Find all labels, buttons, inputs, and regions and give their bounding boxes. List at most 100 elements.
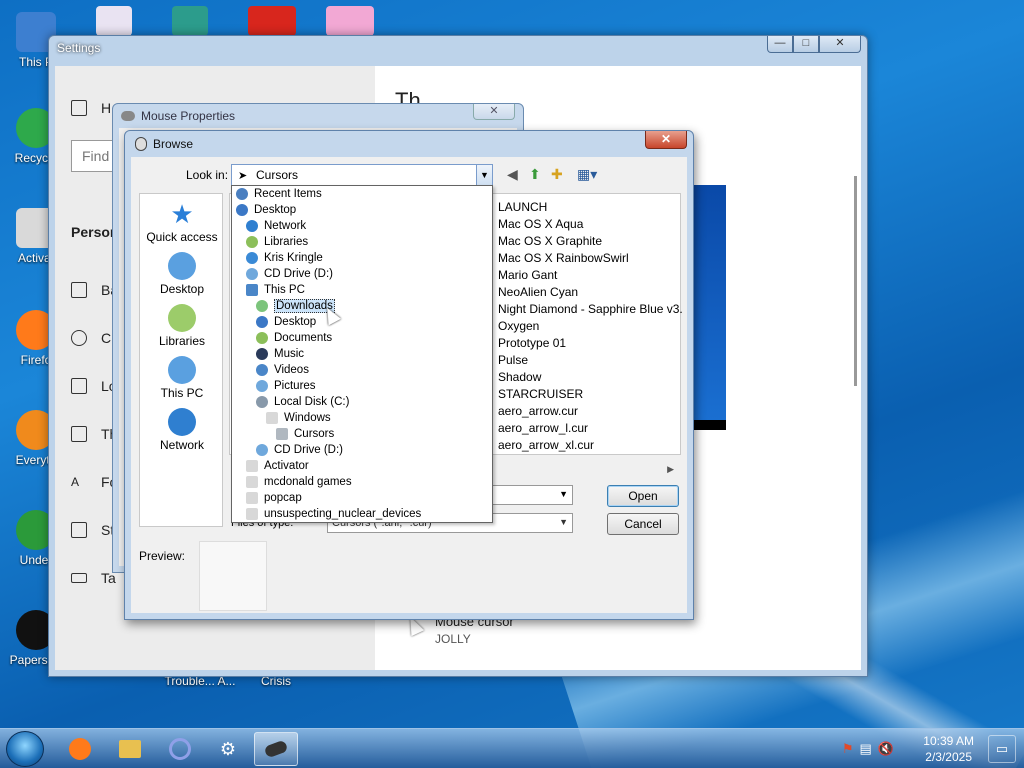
dropdown-item-cd-drive[interactable]: CD Drive (D:) [246, 266, 333, 282]
list-item[interactable]: Night Diamond - Sapphire Blue v3. [498, 302, 682, 316]
videos-icon [256, 364, 268, 376]
nav-item-lock-screen[interactable]: Lo [71, 378, 117, 394]
desktop-top-icon[interactable] [248, 6, 296, 36]
list-item[interactable]: Mac OS X RainbowSwirl [498, 251, 629, 265]
mouse-properties-close-button[interactable]: ✕ [473, 104, 515, 120]
dropdown-item-recent[interactable]: Recent Items [236, 186, 322, 202]
list-item[interactable]: aero_arrow.cur [498, 404, 578, 418]
nav-item-colors[interactable]: C [71, 330, 111, 346]
place-this-pc[interactable]: This PC [140, 356, 224, 400]
cursor-icon [276, 428, 288, 440]
taskbar-explorer-icon[interactable] [108, 732, 152, 766]
cd-icon [246, 268, 258, 280]
browse-title: Browse [153, 137, 194, 151]
taskbar: ⚙ ⚑ ▤ 🔇 10:39 AM 2/3/2025 ▭ [0, 728, 1024, 768]
list-item[interactable]: Mac OS X Graphite [498, 234, 602, 248]
minimize-button[interactable]: — [767, 36, 793, 53]
nav-item-start[interactable]: St [71, 522, 114, 538]
chevron-down-icon[interactable]: ▼ [476, 165, 492, 185]
dropdown-item-desktop-2[interactable]: Desktop [256, 314, 316, 330]
list-item[interactable]: STARCRUISER [498, 387, 583, 401]
chevron-down-icon[interactable]: ▼ [559, 517, 568, 527]
dropdown-item-libraries[interactable]: Libraries [246, 234, 308, 250]
folder-icon [246, 460, 258, 472]
browse-close-button[interactable]: ✕ [645, 131, 687, 149]
downloads-icon [256, 300, 268, 312]
dropdown-item-local-disk[interactable]: Local Disk (C:) [256, 394, 349, 410]
view-menu-icon[interactable]: ▦▾ [577, 166, 597, 182]
dropdown-item-documents[interactable]: Documents [256, 330, 332, 346]
desktop-icon [256, 316, 268, 328]
pictures-icon [256, 380, 268, 392]
list-item[interactable]: Mario Gant [498, 268, 557, 282]
flag-icon[interactable]: ⚑ [842, 741, 854, 757]
scrollbar[interactable] [854, 176, 857, 386]
dropdown-item-activator[interactable]: Activator [246, 458, 309, 474]
dropdown-item-pictures[interactable]: Pictures [256, 378, 316, 394]
taskbar-icon [71, 573, 87, 583]
nav-item-taskbar[interactable]: Ta [71, 570, 116, 586]
dropdown-item-music[interactable]: Music [256, 346, 304, 362]
lock-screen-icon [71, 378, 87, 394]
places-bar: ★ Quick access Desktop Libraries This PC… [139, 193, 223, 527]
dropdown-item-windows[interactable]: Windows [266, 410, 331, 426]
list-item[interactable]: Prototype 01 [498, 336, 566, 350]
taskbar-app-circle-icon[interactable] [158, 732, 202, 766]
place-libraries[interactable]: Libraries [140, 304, 224, 348]
list-item[interactable]: LAUNCH [498, 200, 547, 214]
network-icon[interactable]: ▤ [860, 741, 872, 757]
look-in-dropdown: Recent Items Desktop Network Libraries K… [231, 185, 493, 523]
look-in-combo[interactable]: ➤ Cursors ▼ [231, 164, 493, 186]
dropdown-item-videos[interactable]: Videos [256, 362, 309, 378]
notification-icon[interactable]: ▭ [988, 735, 1016, 763]
back-icon[interactable]: ◀ [507, 166, 518, 182]
chevron-down-icon[interactable]: ▼ [559, 489, 568, 499]
picture-icon [71, 282, 87, 298]
dropdown-item-cursors[interactable]: Cursors [276, 426, 334, 442]
dropdown-item-user[interactable]: Kris Kringle [246, 250, 323, 266]
volume-muted-icon[interactable]: 🔇 [878, 741, 894, 757]
place-desktop[interactable]: Desktop [140, 252, 224, 296]
place-network[interactable]: Network [140, 408, 224, 452]
folder-icon [246, 508, 258, 520]
libraries-icon [246, 236, 258, 248]
dropdown-item-nuclear-devices[interactable]: unsuspecting_nuclear_devices [246, 506, 421, 522]
desktop-icon [168, 252, 196, 280]
start-button[interactable] [6, 731, 44, 767]
desktop-top-icon[interactable] [96, 6, 132, 36]
taskbar-mouse-icon[interactable] [254, 732, 298, 766]
dropdown-item-desktop[interactable]: Desktop [236, 202, 296, 218]
list-item[interactable]: aero_arrow_xl.cur [498, 438, 594, 452]
chevron-right-icon[interactable]: ▶ [667, 464, 674, 475]
open-button[interactable]: Open [607, 485, 679, 507]
maximize-button[interactable]: □ [793, 36, 819, 53]
desktop-top-icon[interactable] [172, 6, 208, 36]
nav-item-fonts[interactable]: A Fo [71, 474, 117, 490]
computer-icon [246, 284, 258, 296]
dropdown-item-network[interactable]: Network [246, 218, 306, 234]
list-item[interactable]: Pulse [498, 353, 528, 367]
list-item[interactable]: Shadow [498, 370, 541, 384]
dropdown-item-this-pc[interactable]: This PC [246, 282, 305, 298]
close-button[interactable]: ✕ [819, 36, 861, 53]
list-item[interactable]: Oxygen [498, 319, 539, 333]
dropdown-item-cd-drive-2[interactable]: CD Drive (D:) [256, 442, 343, 458]
cancel-button[interactable]: Cancel [607, 513, 679, 535]
taskbar-firefox-icon[interactable] [58, 732, 102, 766]
start-grid-icon [71, 522, 87, 538]
dropdown-item-mcdonald-games[interactable]: mcdonald games [246, 474, 352, 490]
place-quick-access[interactable]: ★ Quick access [140, 200, 224, 244]
settings-title: Settings [57, 41, 101, 55]
desktop-top-icon[interactable] [326, 6, 374, 36]
nav-item-themes[interactable]: Th [71, 426, 117, 442]
list-item[interactable]: Mac OS X Aqua [498, 217, 583, 231]
tray-clock[interactable]: 10:39 AM 2/3/2025 [923, 733, 974, 765]
nav-home[interactable]: H [71, 100, 111, 116]
dropdown-item-popcap[interactable]: popcap [246, 490, 302, 506]
folder-icon [246, 492, 258, 504]
up-folder-icon[interactable]: ⬆ [529, 166, 541, 182]
new-folder-icon[interactable]: ✚ [551, 166, 563, 182]
taskbar-settings-gear-icon[interactable]: ⚙ [206, 732, 250, 766]
list-item[interactable]: aero_arrow_l.cur [498, 421, 588, 435]
list-item[interactable]: NeoAlien Cyan [498, 285, 578, 299]
